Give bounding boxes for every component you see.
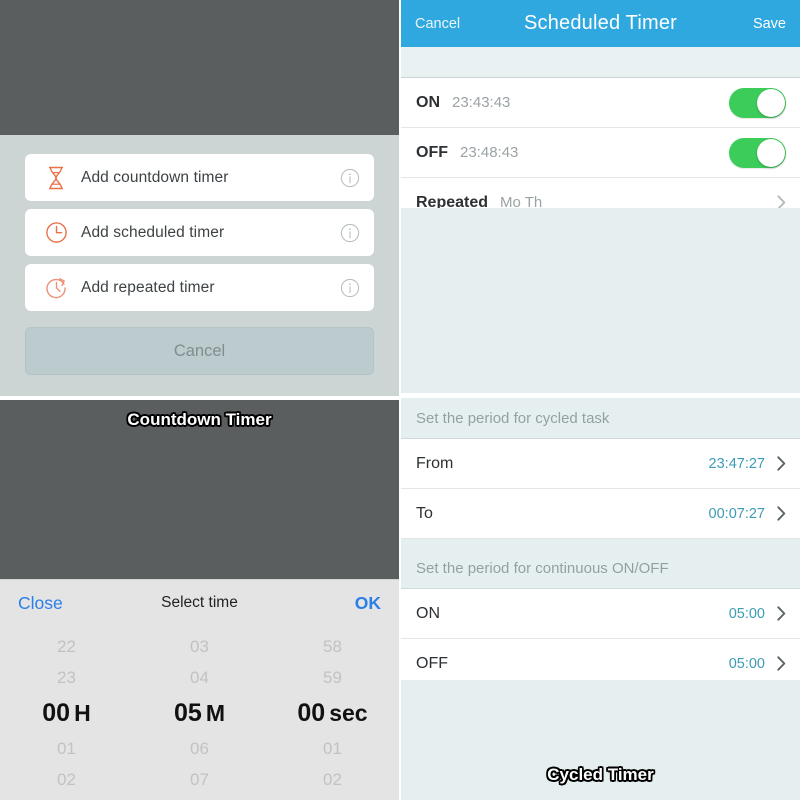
wheel-unit-label: sec — [329, 699, 368, 726]
sheet-item-add-scheduled-timer[interactable]: Add scheduled timer — [25, 209, 374, 256]
picker-wheel-hours[interactable]: 22 23 00 H 01 02 — [0, 626, 133, 800]
info-icon[interactable] — [340, 168, 360, 188]
section-header-cycled-task: Set the period for cycled task — [401, 398, 800, 439]
chevron-right-icon — [777, 656, 786, 671]
row-continuous-off-value: 05:00 — [728, 655, 765, 672]
row-continuous-on-value: 05:00 — [728, 605, 765, 622]
wheel-unit-label: M — [205, 699, 225, 726]
row-on[interactable]: ON 23:43:43 — [401, 78, 800, 128]
wheel-selected-value: 00 — [297, 698, 326, 727]
cancel-button[interactable]: Cancel — [25, 327, 374, 375]
row-off-time: 23:48:43 — [460, 144, 519, 161]
row-from[interactable]: From 23:47:27 — [401, 439, 800, 489]
wheel-value: 07 — [190, 770, 209, 789]
row-to-value: 00:07:27 — [708, 505, 765, 522]
row-to-label: To — [416, 504, 433, 522]
time-picker: Close Select time OK 22 23 00 H 01 02 03 … — [0, 579, 399, 800]
wheel-selected-value: 00 — [42, 698, 71, 727]
sheet-item-add-repeated-timer[interactable]: Add repeated timer — [25, 264, 374, 311]
wheel-value: 03 — [190, 637, 209, 656]
row-continuous-on[interactable]: ON 05:00 — [401, 589, 800, 639]
panel-scheduled-timer: Cancel Scheduled Timer Save ON 23:43:43 … — [401, 0, 800, 393]
row-from-value: 23:47:27 — [708, 455, 765, 472]
panel-countdown-timer: Close Select time OK 22 23 00 H 01 02 03 … — [0, 400, 399, 800]
cancel-button-label: Cancel — [173, 341, 226, 360]
row-on-toggle[interactable] — [729, 87, 786, 118]
hourglass-icon — [41, 166, 71, 190]
row-continuous-off-label: OFF — [416, 654, 448, 672]
wheel-selected-value: 05 — [174, 698, 202, 727]
row-continuous-on-label: ON — [416, 604, 440, 622]
wheel-value: 23 — [57, 668, 76, 687]
nav-save-button[interactable]: Save — [753, 16, 786, 32]
picker-toolbar: Close Select time OK — [0, 580, 399, 626]
row-off-toggle[interactable] — [729, 137, 786, 168]
wheel-selected-hours: 00 H — [42, 693, 90, 733]
info-icon[interactable] — [340, 223, 360, 243]
wheel-value: 06 — [190, 739, 209, 758]
row-on-time: 23:43:43 — [452, 94, 511, 111]
wheel-value: 02 — [57, 770, 76, 789]
panel-cycled-timer: Set the period for cycled task From 23:4… — [401, 398, 800, 800]
action-sheet: Add countdown timer Add scheduled timer … — [0, 135, 399, 396]
picker-wheel-minutes[interactable]: 03 04 05 M 06 07 — [133, 626, 266, 800]
nav-cancel-button[interactable]: Cancel — [415, 16, 460, 32]
screenshot-root: Add countdown timer Add scheduled timer … — [0, 0, 800, 800]
row-to[interactable]: To 00:07:27 — [401, 489, 800, 539]
dimmed-backdrop — [0, 0, 399, 135]
panel-add-timer-sheet: Add countdown timer Add scheduled timer … — [0, 0, 399, 396]
picker-wheels: 22 23 00 H 01 02 03 04 05 M 06 07 58 59 00… — [0, 626, 399, 800]
wheel-value: 22 — [57, 637, 76, 656]
section-header-continuous-onoff: Set the period for continuous ON/OFF — [401, 548, 800, 589]
info-icon[interactable] — [340, 278, 360, 298]
repeat-icon — [41, 276, 71, 299]
wheel-value: 04 — [190, 668, 209, 687]
section-gap — [401, 539, 800, 548]
picker-title: Select time — [161, 594, 238, 611]
row-from-label: From — [416, 454, 454, 472]
sheet-item-label: Add repeated timer — [81, 278, 215, 296]
caption-countdown-timer: Countdown Timer — [127, 410, 272, 429]
row-on-label: ON — [416, 93, 440, 111]
wheel-value: 01 — [323, 739, 342, 758]
chevron-right-icon — [777, 606, 786, 621]
chevron-right-icon — [777, 456, 786, 471]
caption-cycled-timer: Cycled Timer — [547, 765, 654, 784]
chevron-right-icon — [777, 506, 786, 521]
wheel-value: 01 — [57, 739, 76, 758]
wheel-unit-label: H — [74, 699, 91, 726]
wheel-value: 02 — [323, 770, 342, 789]
clock-icon — [41, 221, 71, 244]
wheel-selected-seconds: 00 sec — [297, 693, 367, 733]
empty-content-area — [401, 208, 800, 393]
sheet-item-add-countdown-timer[interactable]: Add countdown timer — [25, 154, 374, 201]
wheel-selected-minutes: 05 M — [174, 693, 225, 733]
page-title: Scheduled Timer — [523, 12, 678, 34]
wheel-value: 59 — [323, 668, 342, 687]
row-off[interactable]: OFF 23:48:43 — [401, 128, 800, 178]
navbar: Cancel Scheduled Timer Save — [401, 0, 800, 47]
sheet-item-label: Add scheduled timer — [81, 223, 225, 241]
picker-wheel-seconds[interactable]: 58 59 00 sec 01 02 — [266, 626, 399, 800]
row-off-label: OFF — [416, 143, 448, 161]
wheel-value: 58 — [323, 637, 342, 656]
top-spacer — [401, 47, 800, 78]
sheet-item-label: Add countdown timer — [81, 168, 229, 186]
